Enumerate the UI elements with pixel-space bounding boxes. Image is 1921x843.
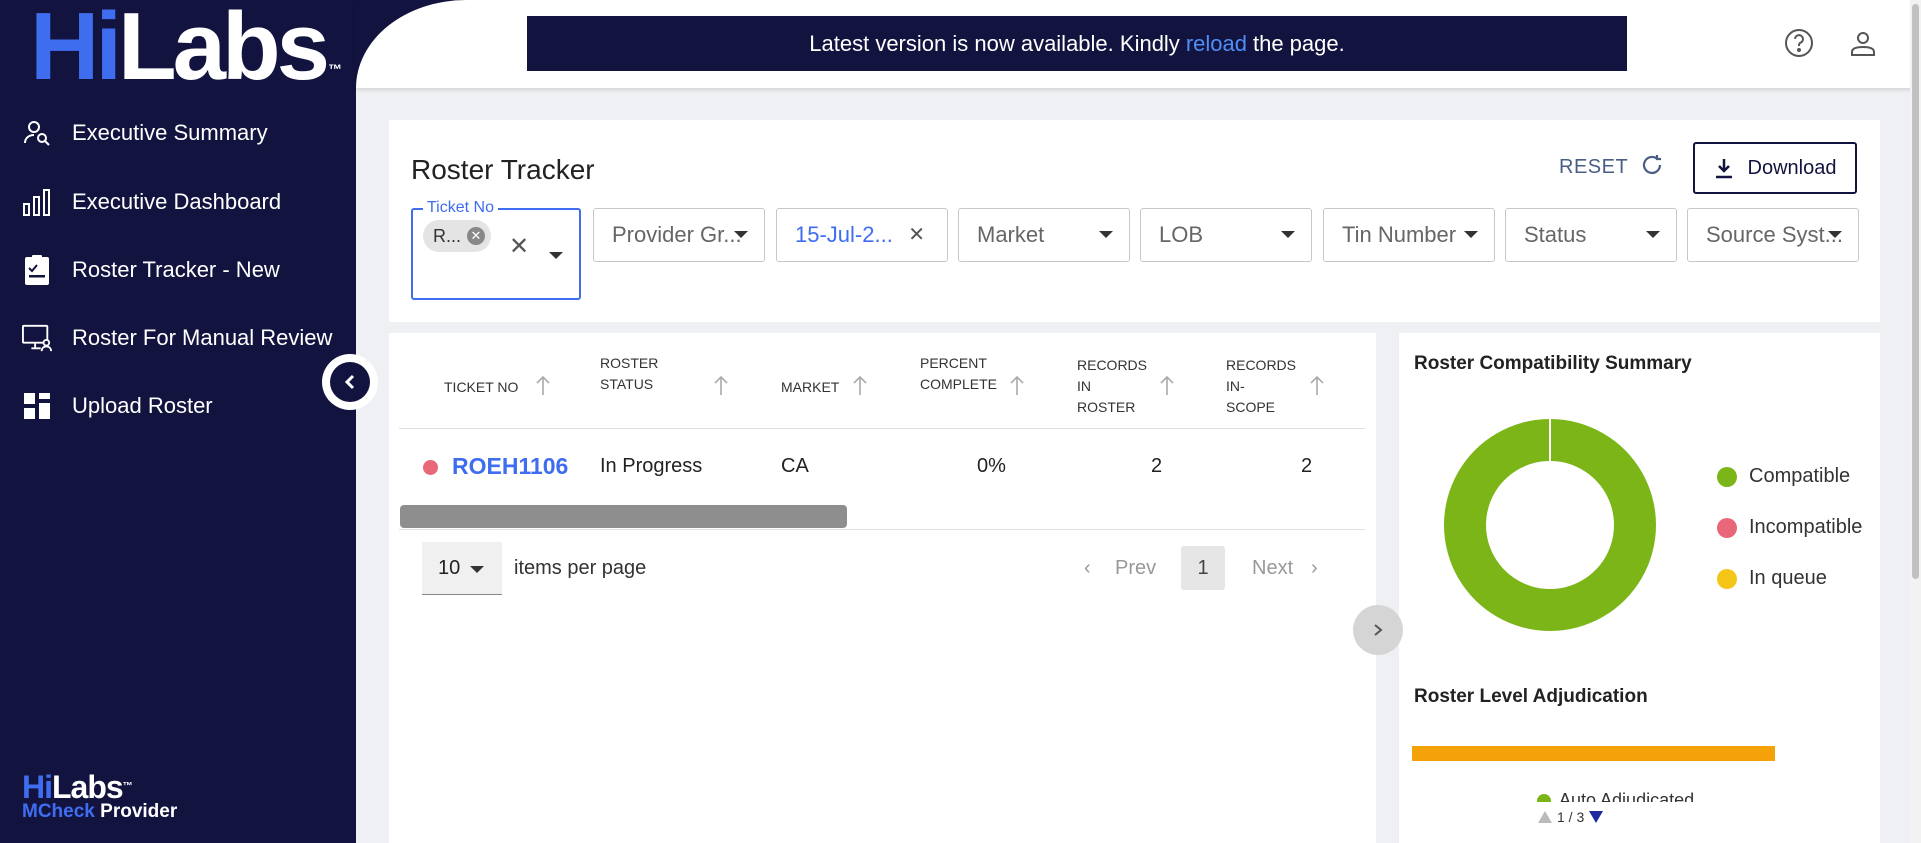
user-search-icon [22, 118, 52, 148]
adjudication-bar[interactable] [1412, 746, 1775, 761]
refresh-icon[interactable] [1640, 153, 1666, 179]
expand-panel-button[interactable] [1353, 605, 1403, 655]
summary-panel: Roster Compatibility Summary Compatible … [1399, 333, 1880, 843]
sidebar-item-label: Roster Tracker - New [72, 257, 280, 282]
roster-status-cell: In Progress [600, 455, 703, 477]
status-dot [423, 460, 438, 475]
lob-filter[interactable]: LOB [1140, 208, 1312, 262]
sidebar-item-label: Executive Summary [72, 120, 268, 145]
page-number-button[interactable]: 1 [1181, 546, 1225, 590]
download-button[interactable]: Download [1693, 142, 1857, 194]
chevron-down-icon [1099, 231, 1113, 238]
inscope-cell: 2 [1301, 455, 1313, 477]
update-banner: Latest version is now available. Kindly … [527, 16, 1627, 71]
items-per-page-label: items per page [514, 557, 647, 579]
sidebar-item-roster-tracker-new[interactable]: Roster Tracker - New [22, 250, 280, 290]
sidebar-item-label: Roster For Manual Review [72, 325, 333, 350]
column-header-market[interactable]: MARKET [781, 377, 839, 398]
sidebar: HiLabs ™ Executive Summary Executive Dash… [0, 0, 356, 843]
help-icon[interactable] [1782, 26, 1816, 60]
items-per-page-select[interactable]: 10 [422, 542, 502, 595]
bar-chart-icon [22, 187, 52, 217]
user-profile-icon[interactable] [1846, 26, 1880, 60]
sort-arrow-icon[interactable] [1159, 375, 1175, 397]
chevron-down-icon [1464, 231, 1478, 238]
compatibility-donut-chart[interactable] [1442, 417, 1658, 633]
monitor-user-icon [22, 323, 52, 353]
hilabs-logo[interactable]: HiLabs ™ [30, 0, 342, 95]
chevron-right-icon [1374, 624, 1383, 636]
legend-dot [1537, 794, 1551, 802]
chevron-down-icon[interactable] [549, 252, 563, 259]
reset-button[interactable]: RESET [1559, 156, 1628, 179]
sidebar-item-executive-dashboard[interactable]: Executive Dashboard [22, 182, 281, 222]
column-header-records-in-scope[interactable]: RECORDS IN- SCOPE [1226, 355, 1296, 418]
clear-icon[interactable]: ✕ [908, 222, 925, 247]
market-filter[interactable]: Market [958, 208, 1130, 262]
mcheck-provider-logo: HiLabs™ MCheck Provider [22, 769, 178, 822]
chevron-down-icon [1646, 231, 1660, 238]
source-system-filter[interactable]: Source Syst... [1687, 208, 1859, 262]
column-header-percent-complete[interactable]: PERCENT COMPLETE [920, 353, 997, 395]
sort-arrow-icon[interactable] [1009, 375, 1025, 397]
roster-table: TICKET NO ROSTER STATUS MARKET PERCENT COM… [389, 333, 1376, 843]
provider-group-filter[interactable]: Provider Gr... [593, 208, 765, 262]
ticket-no-label: Ticket No [423, 199, 498, 217]
chevron-down-icon [470, 566, 484, 573]
sidebar-item-roster-manual-review[interactable]: Roster For Manual Review [22, 318, 332, 358]
page-scrollbar[interactable] [1910, 0, 1921, 843]
column-header-ticket-no[interactable]: TICKET NO [444, 377, 518, 398]
sort-arrow-icon[interactable] [852, 375, 868, 397]
sort-arrow-icon[interactable] [535, 375, 551, 397]
sidebar-item-executive-summary[interactable]: Executive Summary [22, 113, 268, 153]
date-filter[interactable]: 15-Jul-2... ✕ [776, 208, 948, 262]
tin-number-filter[interactable]: Tin Number [1323, 208, 1495, 262]
page-title: Roster Tracker [411, 154, 595, 185]
column-header-records-in-roster[interactable]: RECORDS IN ROSTER [1077, 355, 1147, 418]
legend-incompatible[interactable]: Incompatible [1717, 516, 1862, 539]
reload-link[interactable]: reload [1186, 31, 1247, 57]
sidebar-item-label: Upload Roster [72, 393, 213, 418]
chip-remove-icon[interactable]: ✕ [467, 227, 485, 245]
status-filter[interactable]: Status [1505, 208, 1677, 262]
legend-dot [1717, 568, 1737, 589]
chevron-left-icon[interactable]: ‹ [1084, 557, 1091, 580]
prev-button[interactable]: Prev [1115, 557, 1156, 580]
chevron-left-icon [330, 362, 370, 402]
legend-compatible[interactable]: Compatible [1717, 465, 1850, 488]
grid-icon [22, 391, 52, 421]
filter-panel: Roster Tracker RESET Download Ticket No … [389, 120, 1880, 322]
arrow-up-icon[interactable] [1537, 810, 1553, 824]
sidebar-collapse-button[interactable] [322, 354, 378, 410]
legend-pager: 1 / 3 [1537, 809, 1604, 825]
legend-dot [1717, 466, 1737, 487]
chevron-right-icon[interactable]: › [1311, 557, 1318, 580]
clear-icon[interactable]: ✕ [509, 232, 529, 261]
market-cell: CA [781, 455, 809, 477]
chevron-down-icon [1828, 231, 1842, 238]
records-cell: 2 [1151, 455, 1163, 477]
legend-in-queue[interactable]: In queue [1717, 567, 1827, 590]
table-horizontal-scrollbar[interactable] [400, 505, 847, 528]
legend-dot [1717, 517, 1737, 538]
checklist-icon [22, 255, 52, 285]
chevron-down-icon [734, 231, 748, 238]
compatibility-summary-title: Roster Compatibility Summary [1414, 353, 1692, 374]
sidebar-item-label: Executive Dashboard [72, 189, 282, 214]
ticket-no-filter[interactable]: Ticket No R... ✕ ✕ [411, 199, 581, 300]
ticket-link[interactable]: ROEH1106 [452, 453, 568, 480]
next-button[interactable]: Next [1252, 557, 1293, 580]
adjudication-legend: Auto Adjudicated [1537, 790, 1737, 802]
percent-cell: 0% [977, 455, 1006, 477]
chevron-down-icon [1281, 231, 1295, 238]
download-icon [1715, 159, 1732, 179]
sort-arrow-icon[interactable] [1309, 375, 1325, 397]
arrow-down-icon[interactable] [1588, 810, 1604, 824]
ticket-chip[interactable]: R... ✕ [423, 220, 491, 252]
sort-arrow-icon[interactable] [713, 375, 729, 397]
sidebar-item-upload-roster[interactable]: Upload Roster [22, 386, 213, 426]
adjudication-title: Roster Level Adjudication [1414, 686, 1648, 707]
column-header-roster-status[interactable]: ROSTER STATUS [600, 353, 658, 395]
